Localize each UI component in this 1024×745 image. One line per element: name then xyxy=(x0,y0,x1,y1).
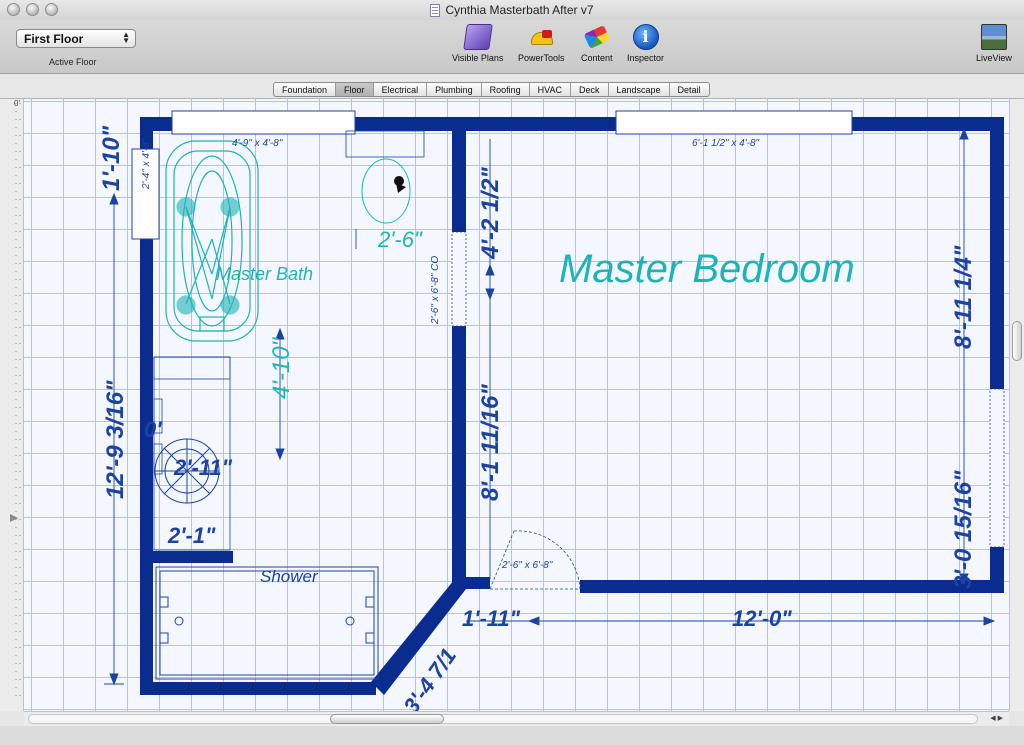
dim-wall-lower[interactable]: 8'-1 11/16" xyxy=(477,384,504,501)
tab-foundation[interactable]: Foundation xyxy=(274,83,337,96)
tab-electrical[interactable]: Electrical xyxy=(374,83,428,96)
tab-plumbing[interactable]: Plumbing xyxy=(427,83,482,96)
active-floor-select[interactable]: First Floor ▲ ▼ xyxy=(16,29,136,48)
visible-plans-label: Visible Plans xyxy=(452,53,504,63)
status-bar xyxy=(0,726,1024,745)
tab-deck[interactable]: Deck xyxy=(571,83,609,96)
document-icon xyxy=(430,3,441,17)
visible-plans-icon xyxy=(462,24,493,50)
inspector-button[interactable]: i Inspector xyxy=(627,24,664,63)
swatch-fan-icon xyxy=(584,24,610,50)
bedroom-window[interactable] xyxy=(615,110,853,135)
dim-bedroom-right-lower[interactable]: 3'-0 15/16" xyxy=(950,471,977,590)
content-button[interactable]: Content xyxy=(581,24,613,63)
dim-bedroom-offset[interactable]: 1'-11" xyxy=(462,608,520,630)
plan-tabs: Foundation Floor Electrical Plumbing Roofing… xyxy=(273,82,710,97)
powertools-button[interactable]: PowerTools xyxy=(518,24,565,63)
closet-opening[interactable] xyxy=(451,231,467,327)
active-floor-value: First Floor xyxy=(24,32,84,46)
liveview-button[interactable]: LiveView xyxy=(976,24,1012,63)
door-size-closet: 2'-6" x 6'-8" CO xyxy=(430,255,441,324)
horizontal-scroll-thumb[interactable] xyxy=(330,714,444,724)
bath-window[interactable] xyxy=(171,110,356,135)
toilet[interactable] xyxy=(345,130,425,224)
dim-vanity-small[interactable]: 0' xyxy=(144,419,161,441)
horizontal-scrollbar[interactable]: ◀ ▶ xyxy=(24,711,1009,726)
floor-plan-canvas[interactable]: Master Bedroom Master Bath Shower 4'-9" … xyxy=(24,99,1009,711)
close-button[interactable] xyxy=(7,3,20,16)
tab-roofing[interactable]: Roofing xyxy=(482,83,530,96)
vertical-ruler xyxy=(0,99,24,711)
app-window: Cynthia Masterbath After v7 First Floor … xyxy=(0,0,1024,745)
toolbar: First Floor ▲ ▼ Active Floor Visible Plan… xyxy=(0,20,1024,74)
room-label-master-bath[interactable]: Master Bath xyxy=(216,265,313,283)
vertical-scroll-thumb[interactable] xyxy=(1012,321,1022,361)
walls xyxy=(140,117,1004,695)
room-label-shower[interactable]: Shower xyxy=(260,568,318,585)
tab-detail[interactable]: Detail xyxy=(670,83,709,96)
wall-vanity-stub[interactable] xyxy=(153,551,233,563)
wall-bedroom-bottom[interactable] xyxy=(580,580,1004,593)
dim-vanity-depth[interactable]: 4'-10" xyxy=(268,338,295,399)
minimize-button[interactable] xyxy=(26,3,39,16)
vertical-scrollbar[interactable] xyxy=(1009,99,1024,711)
room-label-master-bedroom[interactable]: Master Bedroom xyxy=(559,249,855,289)
window-title: Cynthia Masterbath After v7 xyxy=(430,3,594,17)
scroll-arrows-icon[interactable]: ◀ ▶ xyxy=(990,714,1003,722)
vanity[interactable] xyxy=(153,356,231,551)
dim-bath-top[interactable]: 1'-10" xyxy=(98,126,125,191)
inspector-label: Inspector xyxy=(627,53,665,63)
content-label: Content xyxy=(581,53,613,63)
dim-vanity-width[interactable]: 2'-1" xyxy=(168,525,215,547)
liveview-label: LiveView xyxy=(976,53,1012,63)
window-title-text: Cynthia Masterbath After v7 xyxy=(445,3,594,17)
wall-partition-upper[interactable] xyxy=(452,117,466,232)
dim-stool[interactable]: 2'-11" xyxy=(174,457,232,479)
window-size-bedroom: 6'-1 1/2" x 4'-8" xyxy=(692,138,760,149)
ruler-marker-icon[interactable] xyxy=(10,514,18,522)
info-icon: i xyxy=(632,24,659,50)
dim-wall-upper[interactable]: 4'-2 1/2" xyxy=(477,167,504,259)
active-floor-caption: Active Floor xyxy=(49,57,97,67)
wall-right-upper[interactable] xyxy=(990,117,1004,389)
right-opening[interactable] xyxy=(989,388,1005,548)
horizontal-scroll-track[interactable] xyxy=(28,714,978,724)
ruler-origin: 0' xyxy=(14,99,20,108)
zoom-button[interactable] xyxy=(45,3,58,16)
ruler-ticks xyxy=(10,103,21,699)
tab-landscape[interactable]: Landscape xyxy=(609,83,670,96)
dim-toilet-clear[interactable]: 2'-6" xyxy=(378,229,422,251)
window-size-side: 2'-4" x 4'-8" xyxy=(141,138,152,189)
dim-bath-left[interactable]: 12'-9 3/16" xyxy=(102,381,129,500)
plan-tabstrip: Foundation Floor Electrical Plumbing Roofing… xyxy=(0,75,1024,99)
visible-plans-button[interactable]: Visible Plans xyxy=(452,24,503,63)
wall-partition-lower[interactable] xyxy=(452,326,466,582)
landscape-icon xyxy=(980,24,1007,50)
powertools-label: PowerTools xyxy=(518,53,565,63)
dim-bedroom-right-upper[interactable]: 8'-11 1/4" xyxy=(950,246,977,349)
tab-floor[interactable]: Floor xyxy=(336,83,374,96)
hardhat-icon xyxy=(528,24,554,50)
window-size-bath: 4'-9" x 4'-8" xyxy=(232,138,283,149)
bathtub[interactable] xyxy=(165,140,259,342)
title-bar: Cynthia Masterbath After v7 xyxy=(0,0,1024,20)
dim-bedroom-width[interactable]: 12'-0" xyxy=(732,608,792,630)
wall-bath-bottom[interactable] xyxy=(140,682,376,695)
door-size-bedroom: 2'-6" x 6'-8" xyxy=(502,560,553,571)
select-arrows-icon: ▲ ▼ xyxy=(122,30,130,45)
tab-hvac[interactable]: HVAC xyxy=(530,83,571,96)
